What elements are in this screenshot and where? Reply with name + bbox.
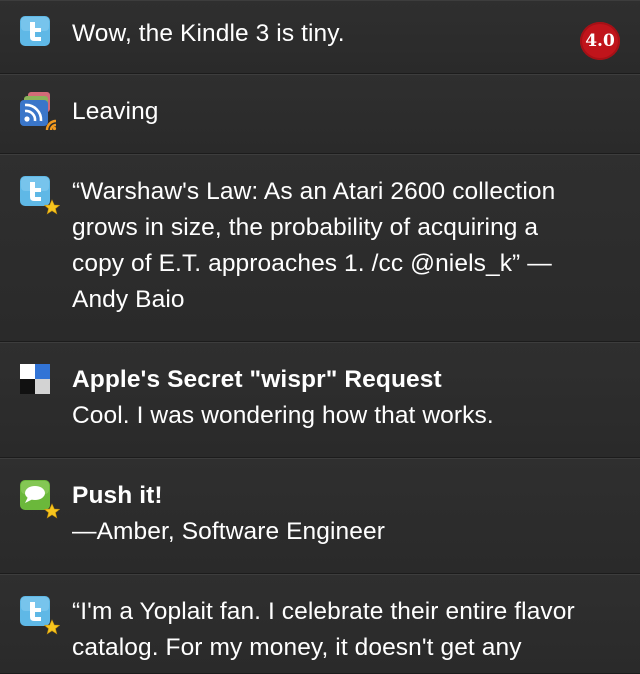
- feed-item[interactable]: Leaving: [0, 74, 640, 154]
- activity-feed: Wow, the Kindle 3 is tiny. 4.0 Leaving “…: [0, 0, 640, 674]
- item-text: —Amber, Software Engineer: [72, 518, 385, 545]
- item-text: Wow, the Kindle 3 is tiny.: [72, 20, 345, 47]
- item-text-line: catalog. For my money, it doesn't get an…: [72, 634, 522, 661]
- unread-count-badge[interactable]: 4.0: [580, 22, 620, 60]
- item-text-line: Andy Baio: [72, 286, 185, 313]
- item-icon-wrap: [0, 574, 72, 673]
- twitter-icon: [20, 176, 60, 215]
- twitter-icon: [20, 16, 50, 46]
- item-icon-wrap: [0, 342, 72, 457]
- item-icon-wrap: [0, 458, 72, 573]
- item-icon-wrap: [0, 0, 72, 73]
- twitter-icon: [20, 596, 60, 635]
- item-text-line: grows in size, the probability of acquir…: [72, 214, 539, 241]
- feed-item[interactable]: Wow, the Kindle 3 is tiny. 4.0: [0, 0, 640, 74]
- item-icon-wrap: [0, 74, 72, 153]
- item-title: Apple's Secret "wispr" Request: [72, 366, 442, 393]
- item-text-line: “Warshaw's Law: As an Atari 2600 collect…: [72, 178, 556, 205]
- feed-item[interactable]: “I'm a Yoplait fan. I celebrate their en…: [0, 574, 640, 674]
- item-text-line: “I'm a Yoplait fan. I celebrate their en…: [72, 598, 575, 625]
- item-text-line: copy of E.T. approaches 1. /cc @niels_k”…: [72, 250, 552, 277]
- feed-item[interactable]: Push it! —Amber, Software Engineer: [0, 458, 640, 574]
- item-text: Cool. I was wondering how that works.: [72, 402, 494, 429]
- item-icon-wrap: [0, 154, 72, 341]
- speech-bubble-icon: [20, 480, 60, 519]
- rss-feed-icon: [20, 92, 57, 131]
- item-text: Leaving: [72, 98, 159, 125]
- delicious-icon: [20, 364, 50, 394]
- feed-item[interactable]: “Warshaw's Law: As an Atari 2600 collect…: [0, 154, 640, 342]
- item-title: Push it!: [72, 482, 163, 509]
- feed-item[interactable]: Apple's Secret "wispr" Request Cool. I w…: [0, 342, 640, 458]
